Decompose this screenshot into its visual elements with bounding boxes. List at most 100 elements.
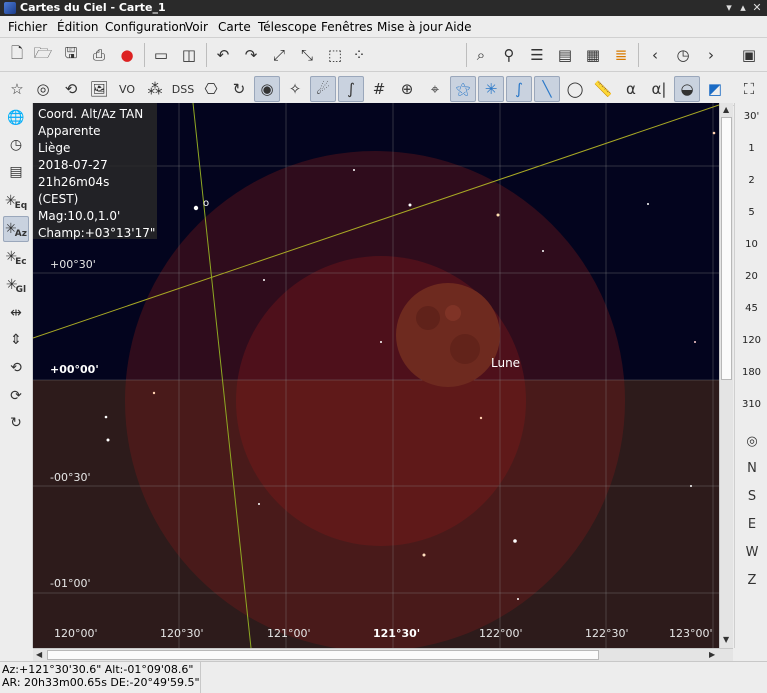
fov-button[interactable]: 120 <box>735 335 767 346</box>
fov-button[interactable]: 45 <box>735 303 767 314</box>
milky-way-icon[interactable]: ∫ <box>338 76 364 102</box>
menu-telescope[interactable]: Télescope <box>258 20 317 34</box>
vertical-scrollbar[interactable]: ▲ ▼ <box>719 103 733 648</box>
sun-path-icon[interactable]: ⟲ <box>58 76 84 102</box>
star[interactable] <box>694 341 696 343</box>
star[interactable] <box>353 169 355 171</box>
constellation-boundary-icon[interactable]: ✳ <box>478 76 504 102</box>
star[interactable] <box>712 131 716 135</box>
object-list-icon[interactable]: ▤ <box>552 42 578 68</box>
window-layout-icon[interactable]: ▭ <box>148 42 174 68</box>
star[interactable] <box>152 391 156 395</box>
new-chart-icon[interactable]: 🗋 <box>4 42 30 68</box>
star-icon[interactable]: ☆ <box>4 76 30 102</box>
time-back-icon[interactable]: ‹ <box>642 42 668 68</box>
menu-fenetres[interactable]: Fenêtres <box>321 20 373 34</box>
print-icon[interactable]: ⎙ <box>86 42 112 68</box>
open-folder-icon[interactable]: 🗁 <box>30 42 56 68</box>
time-forward-icon[interactable]: › <box>698 42 724 68</box>
scroll-down-icon[interactable]: ▼ <box>723 635 729 644</box>
rotate-right-icon[interactable]: ⟳ <box>3 383 29 409</box>
horizontal-scrollbar[interactable]: ◀ ▶ <box>33 648 733 661</box>
rotate-left-icon[interactable]: ⟲ <box>3 355 29 381</box>
scale-icon[interactable]: 📏 <box>590 76 616 102</box>
rotate-icon[interactable]: ↻ <box>3 410 29 436</box>
catalog-icon[interactable]: ⁂ <box>142 76 168 102</box>
calendar-panel-icon[interactable]: ▤ <box>3 159 29 185</box>
label-cursor-icon[interactable]: α| <box>646 76 672 102</box>
fov-button[interactable]: 30' <box>735 111 767 122</box>
panel-layout-icon[interactable]: ▣ <box>736 42 762 68</box>
star[interactable] <box>690 485 692 487</box>
grid-icon[interactable]: # <box>366 76 392 102</box>
south-button[interactable]: S <box>739 484 765 508</box>
menu-fichier[interactable]: Fichier <box>8 20 47 34</box>
projection-ec-button[interactable]: ✳ Ec <box>3 244 29 270</box>
star[interactable] <box>408 203 412 207</box>
star[interactable] <box>517 598 519 600</box>
location-pin-icon[interactable]: ⚲ <box>496 42 522 68</box>
globe-icon[interactable]: 🌐 <box>3 105 29 131</box>
night-mode-icon[interactable]: ◩ <box>702 76 728 102</box>
list-icon[interactable]: ☰ <box>524 42 550 68</box>
constellation-figure-icon[interactable]: ⚝ <box>450 76 476 102</box>
comet-icon[interactable]: ☄ <box>310 76 336 102</box>
star[interactable] <box>513 539 517 543</box>
split-view-icon[interactable]: ◫ <box>176 42 202 68</box>
star[interactable] <box>647 203 649 205</box>
alert-pin-icon[interactable]: ● <box>114 42 140 68</box>
scroll-right-icon[interactable]: ▶ <box>709 650 715 659</box>
star[interactable] <box>106 438 110 442</box>
sparkle-icon[interactable]: ✧ <box>282 76 308 102</box>
circle-target-icon[interactable]: ◯ <box>562 76 588 102</box>
ephemeris-icon[interactable]: ≣ <box>608 42 634 68</box>
sky-chart[interactable]: o Lune Coord. Alt/Az TAN Apparente Liège… <box>33 103 719 648</box>
zenith-button[interactable]: Z <box>739 568 765 592</box>
ground-icon[interactable]: ◒ <box>674 76 700 102</box>
horizon-line-icon[interactable]: ╲ <box>534 76 560 102</box>
menu-aide[interactable]: Aide <box>445 20 472 34</box>
projection-az-button[interactable]: ✳ Az <box>3 216 29 242</box>
menu-voir[interactable]: Voir <box>185 20 208 34</box>
image-icon[interactable]: 🖼 <box>86 76 112 102</box>
star[interactable] <box>193 205 199 211</box>
star[interactable] <box>263 279 265 281</box>
menu-configuration[interactable]: Configuration <box>105 20 186 34</box>
dss-button[interactable]: DSS <box>170 76 196 102</box>
all-sky-icon[interactable]: ◎ <box>739 429 765 453</box>
undo-icon[interactable]: ↶ <box>210 42 236 68</box>
save-icon[interactable]: 🖫 <box>58 42 84 68</box>
fov-button[interactable]: 310 <box>735 399 767 410</box>
projection-gl-button[interactable]: ✳ Gl <box>3 272 29 298</box>
vo-button[interactable]: VO <box>114 76 140 102</box>
scroll-up-icon[interactable]: ▲ <box>723 105 729 114</box>
eq-grid-icon[interactable]: ⊕ <box>394 76 420 102</box>
refresh-image-icon[interactable]: ↻ <box>226 76 252 102</box>
fov-button[interactable]: 20 <box>735 271 767 282</box>
object-label-icon[interactable]: α <box>618 76 644 102</box>
compass-icon[interactable]: ⌖ <box>422 76 448 102</box>
star[interactable] <box>258 503 260 505</box>
target-icon[interactable]: ◉ <box>254 76 280 102</box>
search-icon[interactable]: ⌕ <box>468 42 494 68</box>
ecliptic-curve-icon[interactable]: ∫ <box>506 76 532 102</box>
star[interactable] <box>542 250 544 252</box>
close-icon[interactable]: ✕ <box>750 1 764 15</box>
fullscreen-icon[interactable]: ⛶ <box>736 76 762 102</box>
star[interactable] <box>380 341 382 343</box>
north-button[interactable]: N <box>739 456 765 480</box>
star[interactable] <box>104 415 108 419</box>
calendar-icon[interactable]: ▦ <box>580 42 606 68</box>
star[interactable] <box>479 416 483 420</box>
nebula-icon[interactable]: ◎ <box>30 76 56 102</box>
scroll-left-icon[interactable]: ◀ <box>36 650 42 659</box>
west-button[interactable]: W <box>739 540 765 564</box>
fov-button[interactable]: 180 <box>735 367 767 378</box>
menu-edition[interactable]: Édition <box>57 20 99 34</box>
vertical-scroll-thumb[interactable] <box>721 117 732 380</box>
fov-button[interactable]: 2 <box>735 175 767 186</box>
minimize-icon[interactable]: ▾ <box>722 1 736 15</box>
star[interactable] <box>422 553 426 557</box>
star-cluster-icon[interactable]: ⁘ <box>346 42 372 68</box>
star[interactable] <box>496 213 500 217</box>
